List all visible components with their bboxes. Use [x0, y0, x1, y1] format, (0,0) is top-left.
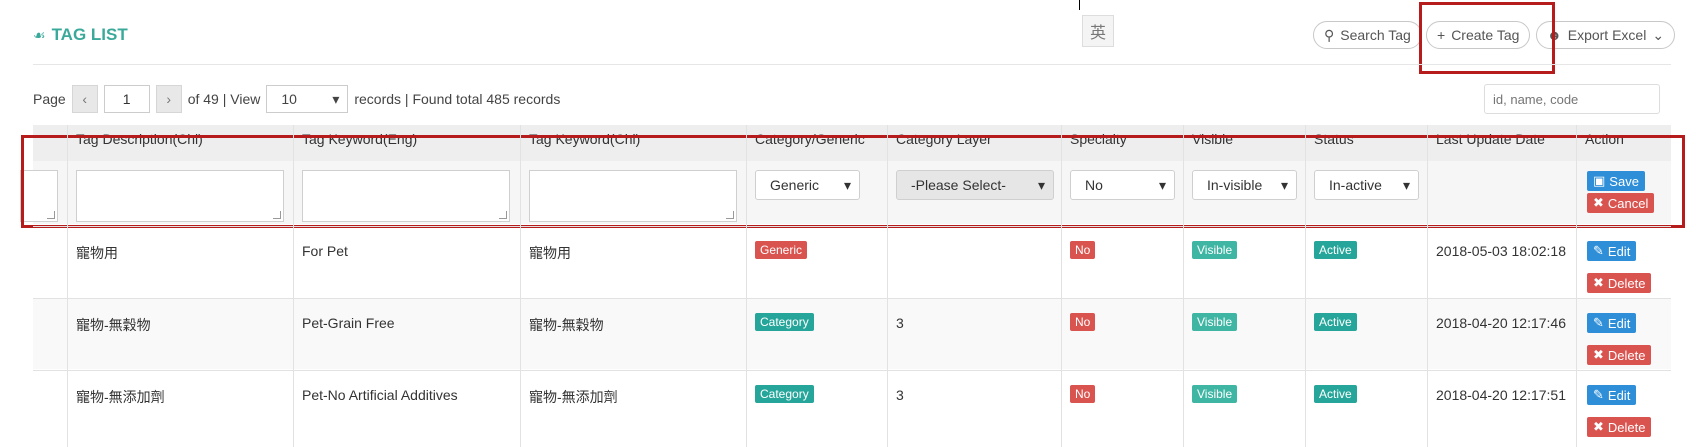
- edit-button[interactable]: ✎ Edit: [1587, 385, 1637, 405]
- edit-label: Edit: [1607, 243, 1631, 259]
- column-divider: [520, 125, 521, 447]
- cell-kw-eng: Pet-No Artificial Additives: [302, 387, 458, 403]
- edit-label: Edit: [1607, 387, 1631, 403]
- chevron-down-icon: ⌄: [1652, 26, 1665, 43]
- column-divider: [293, 125, 294, 447]
- status-badge: Active: [1314, 241, 1357, 259]
- delete-button[interactable]: ✖ Delete: [1587, 273, 1652, 293]
- edit-row-highlight: [21, 135, 1685, 228]
- visible-badge: Visible: [1192, 313, 1238, 331]
- filter-input[interactable]: [1484, 84, 1660, 114]
- delete-label: Delete: [1607, 419, 1646, 435]
- cell-updated: 2018-05-03 18:02:18: [1436, 243, 1566, 259]
- column-divider: [1305, 125, 1306, 447]
- close-icon: ✖: [1593, 419, 1604, 434]
- column-divider: [746, 125, 747, 447]
- records-summary-text: records | Found total 485 records: [354, 91, 561, 107]
- specialty-badge: No: [1070, 241, 1096, 259]
- caret-down-icon: ▾: [332, 90, 340, 107]
- cell-desc-chi: 寵物用: [76, 245, 118, 261]
- cell-desc-chi: 寵物-無穀物: [76, 317, 151, 333]
- table-row: [33, 226, 1671, 297]
- delete-button[interactable]: ✖ Delete: [1587, 345, 1652, 365]
- edit-label: Edit: [1607, 315, 1631, 331]
- cell-kw-eng: Pet-Grain Free: [302, 315, 395, 331]
- column-divider: [1576, 125, 1577, 447]
- delete-button[interactable]: ✖ Delete: [1587, 417, 1652, 437]
- delete-label: Delete: [1607, 275, 1646, 291]
- edit-button[interactable]: ✎ Edit: [1587, 241, 1637, 261]
- cell-layer: 3: [896, 387, 904, 403]
- delete-label: Delete: [1607, 347, 1646, 363]
- tag-icon: ☙: [33, 26, 46, 43]
- page-label: Page: [33, 91, 66, 107]
- status-badge: Active: [1314, 313, 1357, 331]
- table-row: [33, 298, 1671, 369]
- column-divider: [1427, 125, 1428, 447]
- prev-page-button[interactable]: ‹: [71, 85, 98, 113]
- search-tag-button[interactable]: ⚲ Search Tag: [1313, 21, 1422, 49]
- column-divider: [1061, 125, 1062, 447]
- edit-button[interactable]: ✎ Edit: [1587, 313, 1637, 333]
- category-badge: Generic: [755, 241, 808, 259]
- records-per-page-value: 10: [281, 91, 297, 107]
- cell-kw-chi: 寵物-無穀物: [529, 317, 604, 333]
- export-excel-button[interactable]: ☻ Export Excel ⌄: [1536, 21, 1676, 49]
- column-divider: [887, 125, 888, 447]
- records-per-page-select[interactable]: 10 ▾: [266, 85, 349, 113]
- close-icon: ✖: [1593, 275, 1604, 290]
- page-title: ☙ TAG LIST: [33, 25, 128, 45]
- next-page-button[interactable]: ›: [155, 85, 182, 113]
- pencil-icon: ✎: [1593, 387, 1604, 402]
- page-number-input[interactable]: [103, 85, 150, 113]
- category-badge: Category: [755, 313, 814, 331]
- visible-badge: Visible: [1192, 385, 1238, 403]
- cell-kw-chi: 寵物-無添加劑: [529, 389, 618, 405]
- visible-badge: Visible: [1192, 241, 1238, 259]
- page-count-text: of 49 | View: [187, 91, 261, 107]
- export-excel-label: Export Excel: [1567, 27, 1647, 43]
- column-divider: [1183, 125, 1184, 447]
- specialty-badge: No: [1070, 313, 1096, 331]
- search-tag-label: Search Tag: [1340, 27, 1411, 43]
- category-badge: Category: [755, 385, 814, 403]
- table-row: [33, 370, 1671, 441]
- ime-indicator[interactable]: 英: [1082, 15, 1114, 47]
- text-cursor: [1079, 0, 1080, 10]
- pencil-icon: ✎: [1593, 243, 1604, 258]
- status-badge: Active: [1314, 385, 1357, 403]
- page-title-text: TAG LIST: [51, 25, 128, 44]
- cell-layer: 3: [896, 315, 904, 331]
- pagination-bar: Page ‹ › of 49 | View 10 ▾ records | Fou…: [33, 84, 560, 114]
- column-divider: [67, 125, 68, 447]
- search-icon: ⚲: [1324, 26, 1335, 43]
- close-icon: ✖: [1593, 347, 1604, 362]
- cell-desc-chi: 寵物-無添加劑: [76, 389, 165, 405]
- pencil-icon: ✎: [1593, 315, 1604, 330]
- header-divider: [33, 64, 1671, 65]
- cell-updated: 2018-04-20 12:17:51: [1436, 387, 1566, 403]
- specialty-badge: No: [1070, 385, 1096, 403]
- cell-kw-chi: 寵物用: [529, 245, 571, 261]
- cell-updated: 2018-04-20 12:17:46: [1436, 315, 1566, 331]
- cell-kw-eng: For Pet: [302, 243, 348, 259]
